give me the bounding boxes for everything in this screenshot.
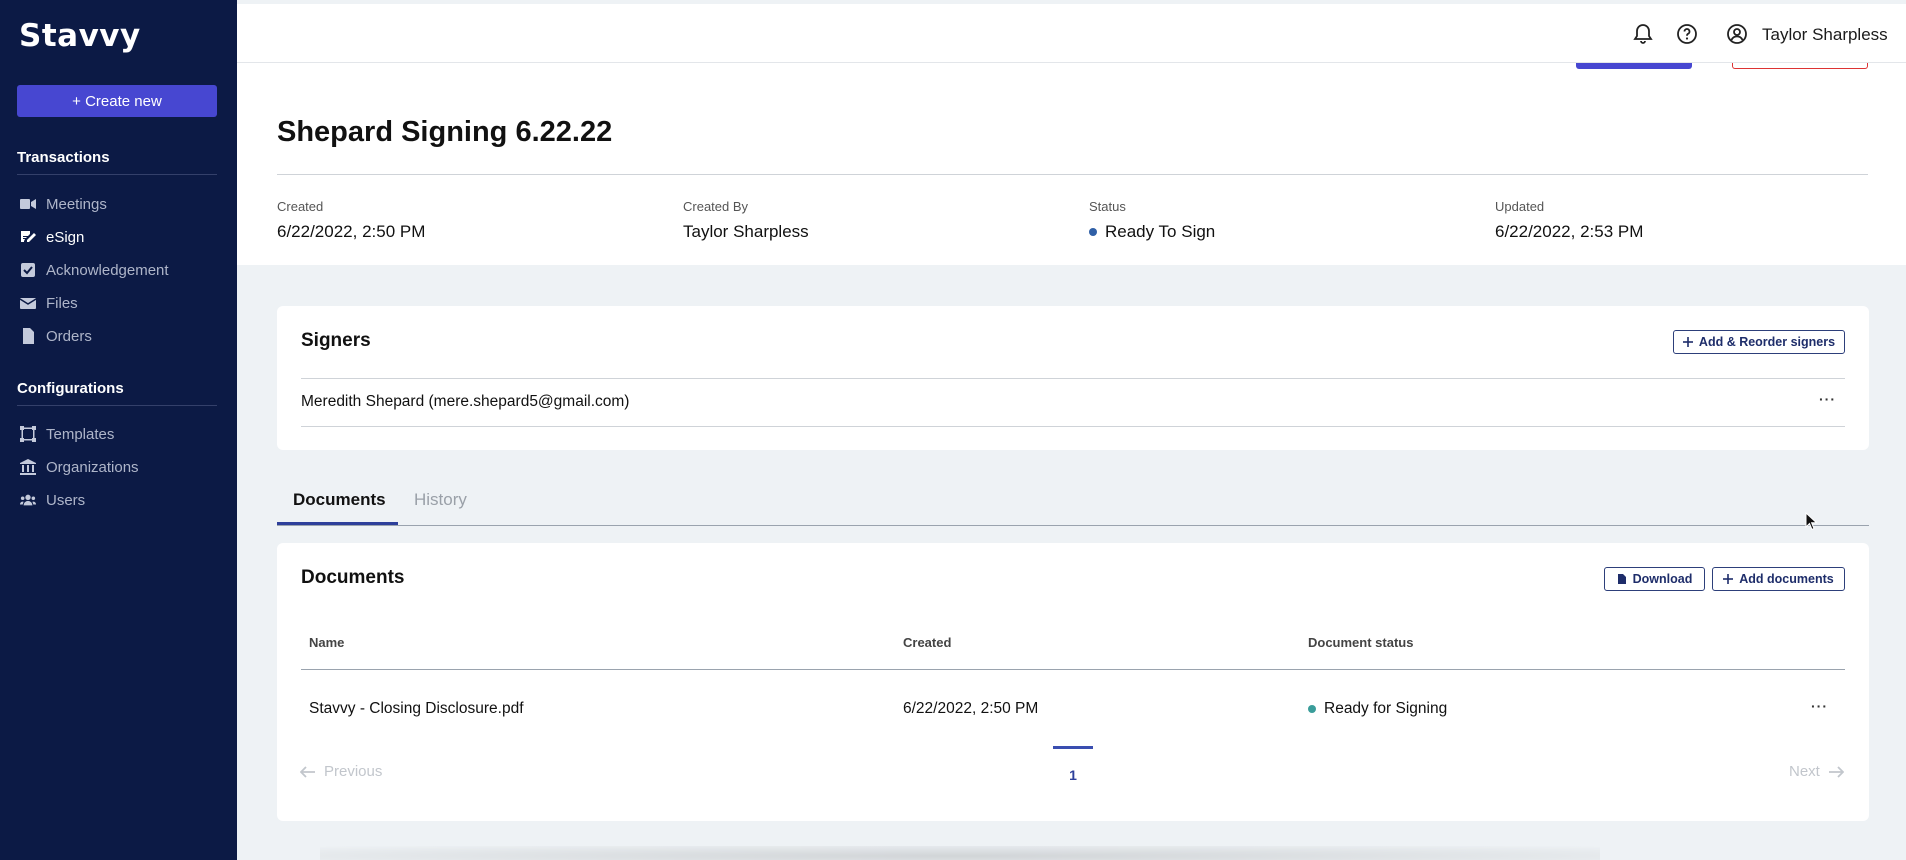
previous-page-button[interactable]: Previous [300, 763, 382, 780]
sidebar-item-organizations[interactable]: Organizations [20, 456, 139, 478]
more-options-icon[interactable]: ··· [1819, 391, 1836, 407]
document-more-options-icon[interactable]: ··· [1811, 698, 1828, 714]
add-reorder-signers-button[interactable]: Add & Reorder signers [1673, 330, 1845, 354]
sidebar-item-meetings[interactable]: Meetings [20, 193, 107, 215]
arrow-left-icon [300, 765, 315, 778]
primary-action-button[interactable] [1576, 63, 1692, 69]
document-name[interactable]: Stavvy - Closing Disclosure.pdf [309, 700, 524, 718]
sidebar-item-users[interactable]: Users [20, 489, 85, 511]
bank-icon [20, 459, 36, 475]
logo[interactable]: Stavvy [19, 18, 141, 54]
user-circle-icon[interactable] [1725, 22, 1749, 46]
meta-value: Taylor Sharpless [683, 222, 809, 241]
sidebar-item-orders[interactable]: Orders [20, 325, 92, 347]
divider [277, 525, 1869, 526]
status-text: Ready To Sign [1105, 222, 1216, 241]
plus-icon [1723, 574, 1734, 584]
meta-created: Created 6/22/2022, 2:50 PM [277, 199, 425, 242]
page-title: Shepard Signing 6.22.22 [277, 116, 613, 148]
document-created: 6/22/2022, 2:50 PM [903, 700, 1039, 717]
status-text: Ready for Signing [1324, 700, 1448, 717]
tab-documents[interactable]: Documents [293, 490, 386, 510]
sidebar-item-label: Users [46, 491, 86, 509]
status-dot [1308, 705, 1316, 713]
tab-history[interactable]: History [414, 490, 467, 510]
page-number[interactable]: 1 [1053, 746, 1093, 783]
top-bar: Taylor Sharpless [237, 4, 1906, 63]
download-button[interactable]: Download [1604, 567, 1705, 591]
button-label: Add & Reorder signers [1698, 335, 1836, 349]
sidebar-item-templates[interactable]: Templates [20, 423, 114, 445]
checkbox-icon [21, 263, 35, 277]
documents-title: Documents [301, 567, 405, 588]
plus-icon [1682, 337, 1693, 347]
bottom-shadow [320, 846, 1600, 860]
meta-updated: Updated 6/22/2022, 2:53 PM [1495, 199, 1643, 242]
sign-icon [21, 231, 36, 242]
bell-icon[interactable] [1631, 22, 1655, 46]
help-icon[interactable] [1675, 22, 1699, 46]
video-icon [20, 199, 36, 209]
divider [301, 426, 1845, 427]
section-transactions: Transactions [17, 149, 217, 175]
meta-value: 6/22/2022, 2:50 PM [277, 222, 426, 241]
column-header-status[interactable]: Document status [1308, 635, 1413, 650]
add-documents-button[interactable]: Add documents [1712, 567, 1845, 591]
envelope-icon [20, 298, 36, 309]
status-value: Ready To Sign [1089, 222, 1215, 242]
section-configurations: Configurations [17, 380, 217, 406]
column-header-name[interactable]: Name [309, 635, 344, 650]
sidebar-item-esign[interactable]: eSign [20, 226, 84, 248]
users-icon [20, 494, 36, 506]
sidebar-item-label: Organizations [46, 458, 139, 476]
signer-row: Meredith Shepard (mere.shepard5@gmail.co… [301, 393, 630, 410]
meta-label: Status [1089, 199, 1126, 214]
divider [277, 174, 1868, 175]
button-label: Download [1632, 572, 1693, 586]
next-label: Next [1789, 763, 1820, 780]
sidebar-item-label: Orders [46, 327, 92, 345]
transaction-header: Shepard Signing 6.22.22 Created 6/22/202… [237, 63, 1906, 265]
danger-action-button[interactable] [1732, 63, 1868, 69]
status-dot [1089, 228, 1097, 236]
sidebar-item-acknowledgement[interactable]: Acknowledgement [20, 259, 169, 281]
meta-label: Updated [1495, 199, 1545, 214]
signers-title: Signers [301, 330, 371, 351]
meta-created-by: Created By Taylor Sharpless [683, 199, 809, 242]
sidebar-item-files[interactable]: Files [20, 292, 78, 314]
meta-status: Status Ready To Sign [1089, 199, 1215, 242]
previous-label: Previous [324, 763, 383, 780]
sidebar-item-label: eSign [46, 228, 85, 246]
user-name[interactable]: Taylor Sharpless [1762, 25, 1888, 45]
sidebar-item-label: Meetings [46, 195, 107, 213]
signers-card: Signers Add & Reorder signers Meredith S… [277, 306, 1869, 450]
sidebar-item-label: Acknowledgement [46, 261, 169, 279]
arrow-right-icon [1828, 765, 1844, 778]
next-page-button[interactable]: Next [1789, 763, 1844, 780]
create-new-button[interactable]: + Create new [17, 85, 217, 117]
meta-label: Created By [683, 199, 749, 214]
meta-value: 6/22/2022, 2:53 PM [1495, 222, 1644, 241]
column-header-created[interactable]: Created [903, 635, 951, 650]
mouse-cursor-icon [1805, 512, 1818, 531]
template-icon [20, 426, 36, 442]
divider [301, 378, 1845, 379]
button-label: Add documents [1739, 572, 1834, 586]
sidebar: Stavvy + Create new Transactions Meeting… [0, 0, 237, 860]
document-icon [23, 328, 34, 344]
sidebar-item-label: Files [46, 294, 78, 312]
document-status: Ready for Signing [1308, 700, 1447, 718]
meta-label: Created [277, 199, 324, 214]
sidebar-item-label: Templates [46, 425, 115, 443]
file-download-icon [1617, 574, 1626, 584]
divider [301, 669, 1845, 670]
